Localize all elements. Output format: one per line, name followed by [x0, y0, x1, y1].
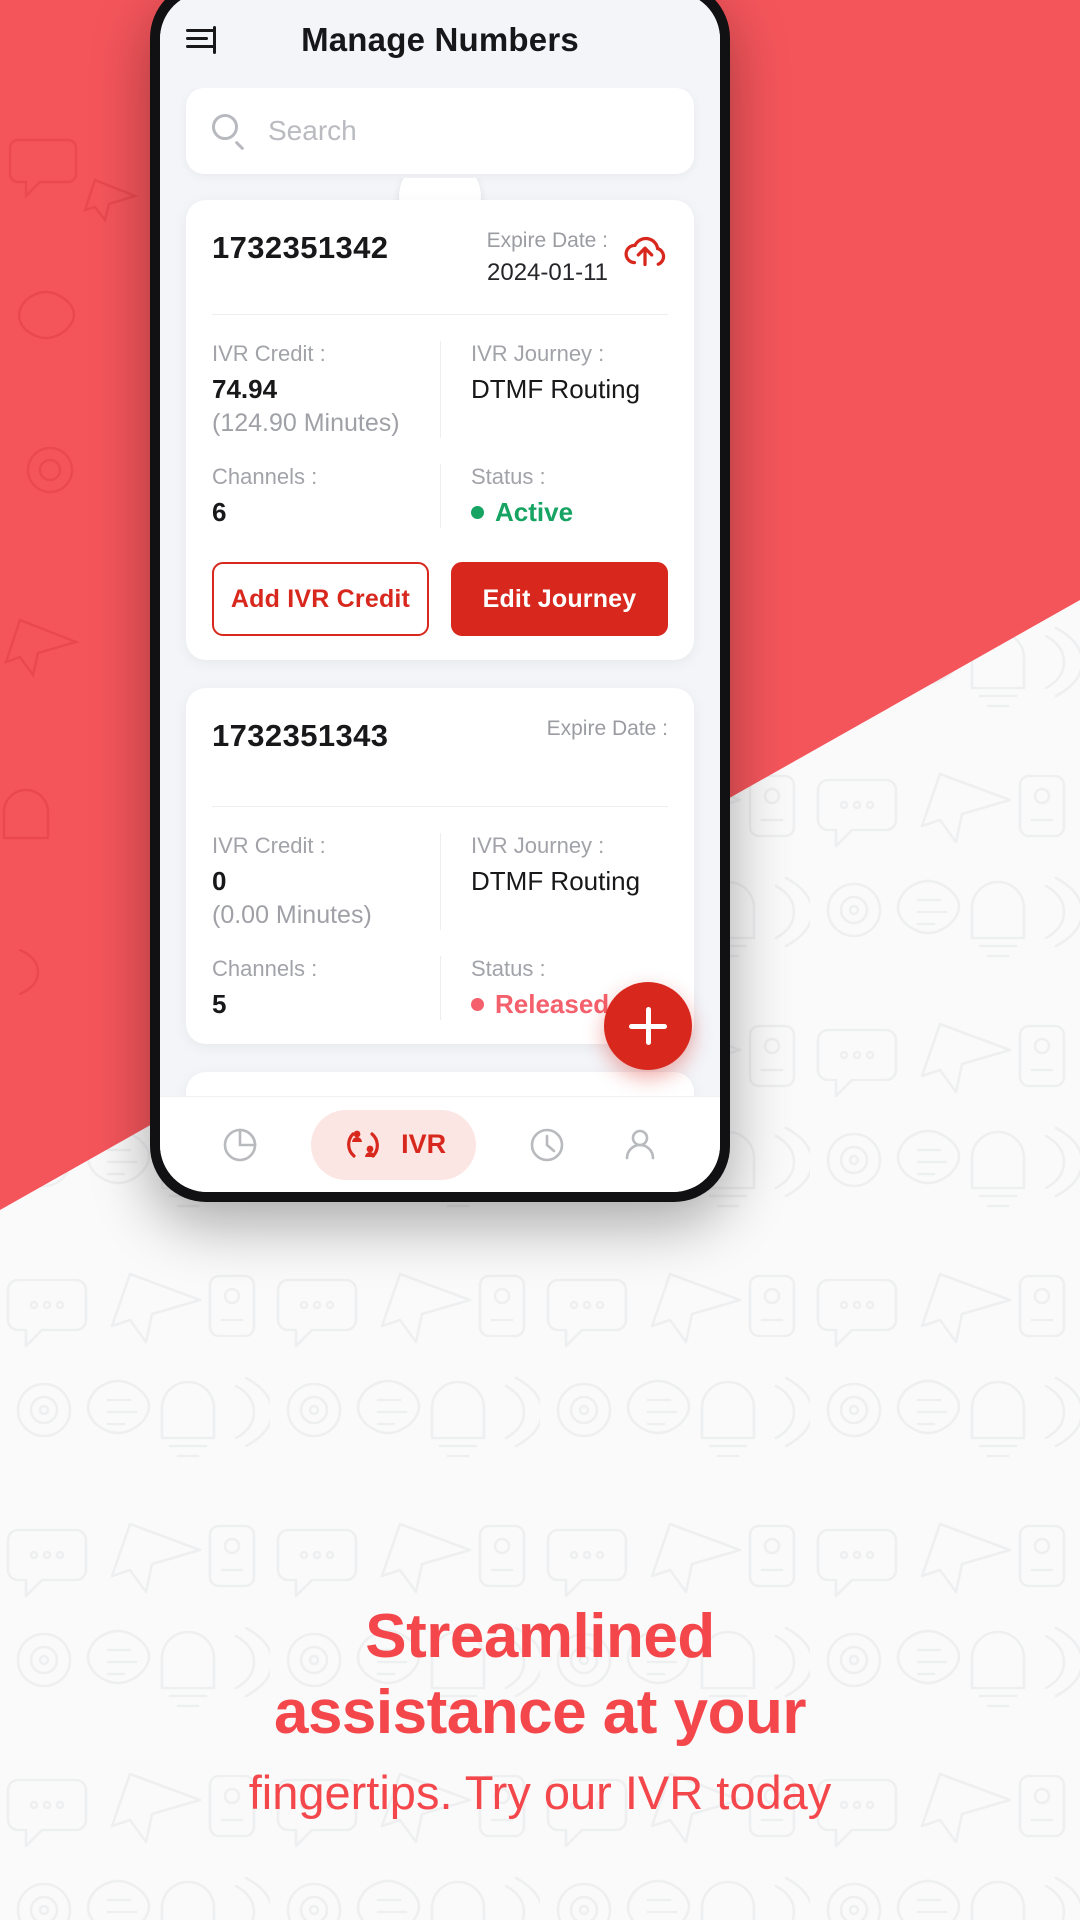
status-text: Active [495, 497, 574, 528]
channels-label: Channels : [212, 956, 318, 982]
nav-item-profile[interactable] [618, 1123, 662, 1167]
ivr-credit-minutes: (124.90 Minutes) [212, 409, 400, 438]
status-label: Status : [471, 956, 546, 982]
hamburger-menu-icon[interactable] [186, 26, 220, 54]
pie-chart-icon [224, 1128, 257, 1161]
numbers-list[interactable]: 1732351342 Expire Date : 2024-01-11 IVR … [160, 178, 720, 1096]
number-card[interactable]: 1732351342 Expire Date : 2024-01-11 IVR … [186, 200, 694, 661]
ivr-credit-cell: IVR Credit : 0 (0.00 Minutes) [212, 833, 440, 930]
channels-label: Channels : [212, 464, 318, 490]
marketing-text-block: Streamlined assistance at your fingertip… [0, 1599, 1080, 1824]
expire-date-label: Expire Date : [486, 229, 608, 252]
search-section [160, 88, 720, 174]
channels-cell: Channels : 6 [212, 464, 440, 528]
ivr-credit-value: 74.94 [212, 374, 278, 405]
status-text: Released [495, 989, 610, 1020]
expire-date-block: Expire Date : [547, 714, 668, 744]
expire-date-block: Expire Date : 2024-01-11 [487, 226, 668, 290]
ivr-journey-value: DTMF Routing [471, 374, 641, 405]
ivr-journey-value: DTMF Routing [471, 866, 641, 897]
nav-item-history[interactable] [525, 1123, 569, 1167]
number-card[interactable]: 1732351350 Expire Date : IVR Credit : 0 … [186, 1072, 694, 1096]
nav-item-dashboard[interactable] [218, 1123, 262, 1167]
ivr-journey-cell: IVR Journey : DTMF Routing [440, 341, 668, 439]
cloud-upload-icon[interactable] [622, 230, 668, 276]
status-label: Status : [471, 464, 546, 490]
app-bar: Manage Numbers [160, 0, 720, 88]
card-stats: IVR Credit : 74.94 (124.90 Minutes) IVR … [212, 315, 668, 529]
phone-number: 1732351342 [212, 230, 389, 265]
status-dot [471, 506, 484, 520]
add-number-fab[interactable] [604, 982, 692, 1070]
stats-row-credit: IVR Credit : 0 (0.00 Minutes) IVR Journe… [212, 807, 668, 931]
stats-row-credit: IVR Credit : 74.94 (124.90 Minutes) IVR … [212, 315, 668, 439]
status-dot [471, 998, 484, 1012]
channels-value: 5 [212, 989, 227, 1020]
search-icon [212, 114, 246, 151]
user-profile-icon [625, 1129, 654, 1159]
phone-device-frame: Manage Numbers 1732351342 Expire Date : … [150, 0, 730, 1202]
bottom-navigation-bar: IVR [160, 1096, 720, 1192]
expire-date-label: Expire Date : [546, 717, 668, 741]
ivr-credit-label: IVR Credit : [212, 341, 326, 367]
channels-cell: Channels : 5 [212, 956, 440, 1020]
card-actions: Add IVR Credit Edit Journey [212, 562, 668, 637]
marketing-line-2: assistance at your [273, 1677, 807, 1747]
marketing-line-1: Streamlined [365, 1602, 715, 1672]
ivr-journey-label: IVR Journey : [471, 833, 605, 859]
card-stats: IVR Credit : 0 (0.00 Minutes) IVR Journe… [212, 807, 668, 1021]
status-badge: Active [471, 497, 650, 528]
nav-item-ivr[interactable]: IVR [311, 1109, 477, 1180]
status-cell: Status : Active [440, 464, 668, 529]
channels-value: 6 [212, 497, 227, 528]
ivr-journey-label: IVR Journey : [471, 341, 605, 367]
ivr-credit-value: 0 [212, 866, 227, 897]
stats-row-channels: Channels : 5 Status : Released [212, 930, 668, 1021]
ivr-credit-minutes: (0.00 Minutes) [212, 901, 372, 930]
nav-item-ivr-label: IVR [401, 1129, 447, 1159]
marketing-line-3: fingertips. Try our IVR today [248, 1765, 832, 1819]
clock-history-icon [530, 1128, 564, 1161]
search-box[interactable] [186, 88, 694, 174]
phone-number: 1732351343 [212, 718, 389, 754]
edit-journey-button[interactable]: Edit Journey [451, 562, 668, 637]
search-input[interactable] [268, 115, 668, 147]
phone-screen: Manage Numbers 1732351342 Expire Date : … [160, 0, 720, 1192]
ivr-journey-cell: IVR Journey : DTMF Routing [440, 833, 668, 931]
page-title: Manage Numbers [301, 21, 579, 58]
expire-date-value: 2024-01-11 [487, 259, 608, 287]
stats-row-channels: Channels : 6 Status : Active [212, 438, 668, 529]
ivr-credit-label: IVR Credit : [212, 833, 326, 859]
ivr-credit-cell: IVR Credit : 74.94 (124.90 Minutes) [212, 341, 440, 438]
card-header: 1732351342 Expire Date : 2024-01-11 [212, 226, 668, 290]
card-header: 1732351343 Expire Date : [212, 714, 668, 754]
number-card[interactable]: 1732351343 Expire Date : IVR Credit : 0 … [186, 688, 694, 1045]
add-ivr-credit-button[interactable]: Add IVR Credit [212, 562, 429, 637]
ivr-network-icon [347, 1130, 380, 1158]
